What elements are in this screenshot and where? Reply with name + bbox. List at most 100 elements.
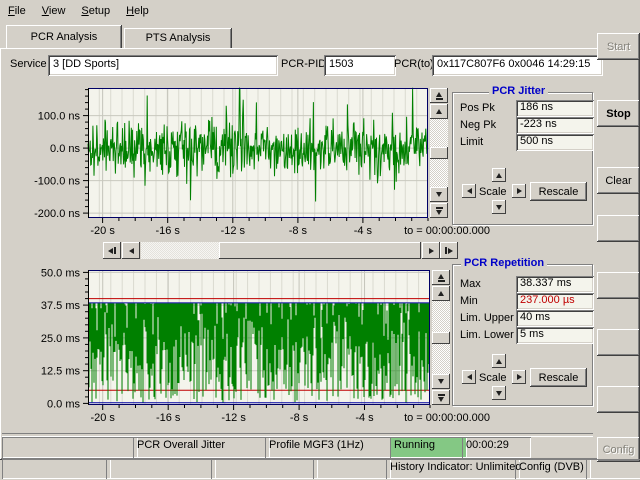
y-tick-label: -100.0 ns (34, 176, 80, 188)
history-scroll-thumb[interactable] (219, 242, 421, 259)
jitter-vertical-scrollbar-up-button[interactable] (430, 104, 448, 119)
config-button-label: Config (603, 444, 635, 456)
jitter-vertical-scrollbar-down-button[interactable] (430, 187, 448, 202)
pcr-pid-label: PCR-PID (281, 58, 326, 70)
jitter-vertical-scrollbar (430, 88, 448, 218)
jitter-vertical-scrollbar-bottom-button[interactable] (430, 203, 448, 218)
clear-button[interactable]: Clear (597, 167, 640, 194)
jitter-vertical-scrollbar-top-button[interactable] (430, 88, 448, 103)
menu-item-file[interactable]: File (0, 0, 34, 21)
repetition-vertical-scrollbar-up-button[interactable] (432, 286, 450, 301)
jitter-scale-down-button[interactable] (492, 200, 506, 214)
repetition-vertical-scrollbar-top-button[interactable] (432, 270, 450, 285)
x-tick-label: -20 s (90, 225, 115, 237)
jitter-limit-label: Limit (460, 136, 483, 148)
repetition-vertical-scrollbar-down-button[interactable] (432, 374, 450, 389)
jitter-vertical-scrollbar-top-button-icon (436, 92, 443, 100)
arrow-left-icon (467, 188, 472, 194)
jitter-scale-left-button[interactable] (462, 184, 476, 198)
repetition-lim-lower-field: 5 ms (516, 327, 594, 344)
bar-icon (438, 394, 445, 396)
repetition-vertical-scrollbar-up-button-icon (438, 291, 444, 296)
x-tick-label: -12 s (221, 225, 246, 237)
x-tick-label: -4 s (354, 225, 373, 237)
arrow-left-icon (108, 248, 113, 254)
pcr-to-label: PCR(to) (394, 58, 434, 70)
x-end-label: to = 00:00:00.000 (404, 412, 490, 424)
repetition-scale-left-button[interactable] (462, 370, 476, 384)
repetition-vertical-scrollbar-top-button-icon (438, 274, 445, 282)
blank-button[interactable] (597, 272, 640, 299)
repetition-value: 5 ms (520, 329, 590, 340)
y-axis: 100.0 ns0.0 ns-100.0 ns-200.0 ns (34, 90, 88, 221)
history-horizontal-scrollbar (103, 242, 458, 259)
repetition-value: 40 ms (520, 312, 590, 323)
blank-button[interactable] (597, 386, 640, 413)
blank-button[interactable] (597, 329, 640, 356)
repetition-rescale-button[interactable]: Rescale (530, 368, 587, 387)
repetition-vertical-scrollbar-thumb[interactable] (432, 332, 450, 344)
jitter-scale-label: Scale (479, 186, 507, 198)
bar-icon (445, 247, 447, 254)
history-scroll-left-button[interactable] (122, 242, 140, 259)
jitter-vertical-scrollbar-track[interactable] (430, 119, 448, 187)
status-cell-empty (2, 459, 111, 479)
history-scroll-right-button[interactable] (422, 242, 440, 259)
repetition-lim-lower-label: Lim. Lower (460, 329, 514, 341)
pcr-jitter-chart: 100.0 ns0.0 ns-100.0 ns-200.0 ns-20 s-16… (30, 85, 495, 242)
repetition-value: 38.337 ms (520, 278, 590, 289)
repetition-lim-upper-label: Lim. Upper (460, 312, 514, 324)
menu-item-setup[interactable]: Setup (73, 0, 118, 21)
pcr-pid-field[interactable]: 1503 (324, 55, 396, 76)
jitter-pos-pk-field: 186 ns (516, 100, 594, 117)
repetition-scale-down-button[interactable] (492, 386, 506, 400)
jitter-vertical-scrollbar-thumb[interactable] (430, 147, 448, 159)
jitter-scale-up-button[interactable] (492, 168, 506, 182)
pcr-repetition-panel-title: PCR Repetition (461, 257, 547, 269)
jitter-scale-right-button[interactable] (512, 184, 526, 198)
x-axis: -20 s-16 s-12 s-8 s-4 sto = 00:00:00.000 (90, 218, 490, 237)
repetition-scale-right-button[interactable] (512, 370, 526, 384)
tab-pts-analysis[interactable]: PTS Analysis (124, 28, 232, 48)
service-field[interactable]: 3 [DD Sports] (48, 55, 278, 76)
tab-pcr-analysis[interactable]: PCR Analysis (6, 25, 122, 48)
service-label: Service (10, 58, 47, 70)
start-button[interactable]: Start (597, 33, 640, 60)
arrow-down-icon (438, 397, 444, 402)
arrow-right-icon (517, 188, 522, 194)
history-scroll-far-left-button[interactable] (103, 242, 121, 259)
y-axis: 50.0 ms37.5 ms25.0 ms12.5 ms0.0 ms (41, 267, 88, 410)
repetition-vertical-scrollbar-track[interactable] (432, 301, 450, 374)
status-cell-empty (211, 459, 318, 479)
blank-button[interactable] (597, 215, 640, 242)
x-tick-label: -4 s (355, 412, 374, 424)
repetition-scale-label: Scale (479, 372, 507, 384)
stop-button-label: Stop (606, 108, 630, 120)
menu-item-help[interactable]: Help (118, 0, 157, 21)
jitter-value: 186 ns (520, 102, 590, 113)
y-tick-label: 25.0 ms (41, 333, 81, 345)
jitter-rescale-button[interactable]: Rescale (530, 182, 587, 201)
arrow-down-icon (496, 391, 502, 396)
stop-button[interactable]: Stop (597, 100, 640, 127)
repetition-max-label: Max (460, 278, 481, 290)
pcr-pid-value: 1503 (329, 58, 353, 70)
tab-label: PCR Analysis (31, 31, 98, 43)
repetition-vertical-scrollbar-bottom-button[interactable] (432, 390, 450, 405)
jitter-neg-pk-label: Neg Pk (460, 119, 496, 131)
jitter-pos-pk-label: Pos Pk (460, 102, 495, 114)
jitter-vertical-scrollbar-up-button-icon (436, 109, 442, 114)
y-tick-label: 37.5 ms (41, 300, 81, 312)
arrow-right-icon (448, 248, 453, 254)
x-tick-label: -16 s (155, 225, 180, 237)
history-scroll-page-area[interactable] (141, 242, 219, 259)
y-tick-label: -200.0 ns (34, 208, 80, 220)
tab-label: PTS Analysis (146, 32, 211, 44)
menu-item-view[interactable]: View (34, 0, 74, 21)
repetition-scale-up-button[interactable] (492, 354, 506, 368)
y-tick-label: 0.0 ms (47, 398, 81, 410)
arrow-up-icon (496, 359, 502, 364)
history-scroll-far-right-button[interactable] (440, 242, 458, 259)
x-tick-label: -20 s (90, 412, 115, 424)
pcr-to-value: 0x117C807F6 0x0046 14:29:15 (437, 58, 590, 70)
